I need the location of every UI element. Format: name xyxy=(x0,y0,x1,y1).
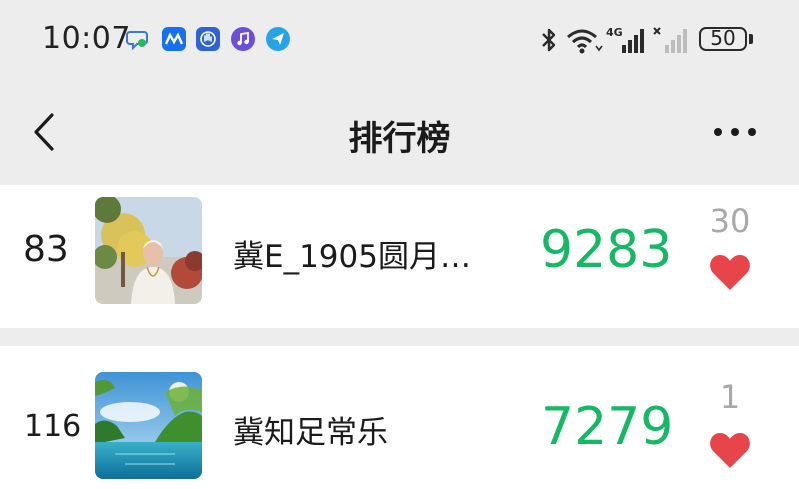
battery-tip xyxy=(749,34,753,44)
status-time: 10:07 xyxy=(42,21,131,56)
rank-number: 116 xyxy=(24,409,82,444)
wifi-icon xyxy=(565,24,603,56)
svg-text:4G: 4G xyxy=(606,26,623,39)
meitu-app-icon xyxy=(162,27,186,51)
step-count: 9283 xyxy=(540,220,673,280)
step-count: 7279 xyxy=(541,397,674,457)
heart-icon xyxy=(710,433,750,468)
bluetooth-icon xyxy=(539,24,559,56)
more-options-button[interactable] xyxy=(712,120,758,144)
user-name: 冀E_1905圆月… xyxy=(233,239,471,275)
battery-indicator: 50 xyxy=(699,27,747,51)
avatar[interactable] xyxy=(95,372,202,479)
rank-number: 83 xyxy=(23,229,69,270)
cellular-signal-4g-icon: 4G xyxy=(606,24,646,56)
like-count: 30 xyxy=(709,202,751,240)
like-button[interactable] xyxy=(709,253,751,291)
paper-plane-icon xyxy=(266,27,290,51)
like-count: 1 xyxy=(719,378,741,416)
avatar[interactable] xyxy=(95,197,202,304)
chat-bubble-icon xyxy=(126,27,150,51)
like-button[interactable] xyxy=(709,431,751,469)
cellular-signal-empty-icon xyxy=(653,24,693,56)
page-title: 排行榜 xyxy=(348,119,451,159)
user-name: 冀知足常乐 xyxy=(233,415,388,451)
music-icon xyxy=(231,27,255,51)
heart-icon xyxy=(710,255,750,290)
hand-app-icon xyxy=(196,27,220,51)
more-dots-icon xyxy=(714,128,756,136)
status-bar: 10:07 4G 50 xyxy=(0,0,799,80)
